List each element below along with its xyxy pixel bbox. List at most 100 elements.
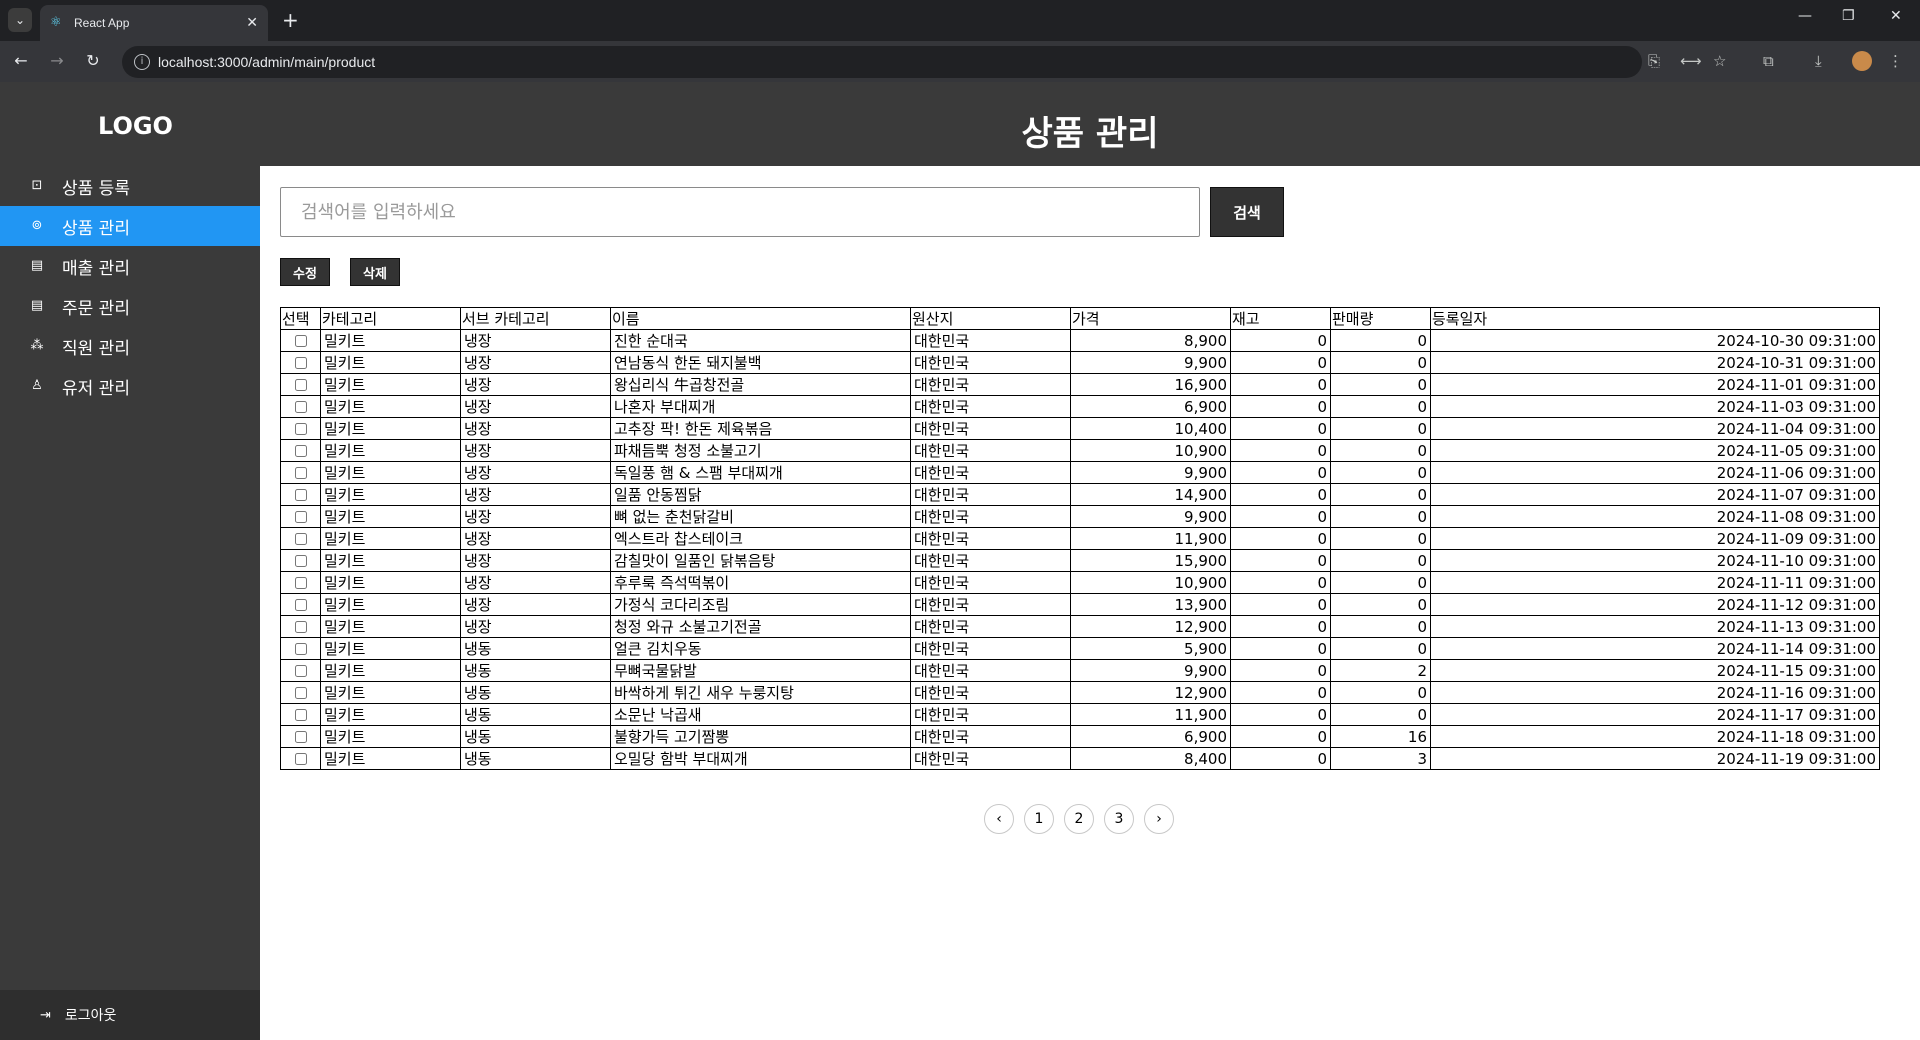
- table-row: 밀키트 냉장 파채듬뿍 청정 소불고기 대한민국 10,900 0 0 2024-11-05 …: [280, 439, 1880, 462]
- prev-page-button[interactable]: ‹: [984, 804, 1014, 834]
- browser-tab-bar: ⌄ ⚛ React App ✕ + — ❐ ✕: [0, 0, 1920, 41]
- table-row: 밀키트 냉장 엑스트라 찹스테이크 대한민국 11,900 0 0 2024-11-09 09…: [280, 527, 1880, 550]
- sidebar-item-product-manage[interactable]: ⊚ 상품 관리: [0, 206, 260, 246]
- minimize-icon[interactable]: —: [1798, 8, 1812, 24]
- new-tab-button[interactable]: +: [282, 8, 299, 32]
- tab-search-button[interactable]: ⌄: [8, 8, 32, 32]
- cell-stock: 0: [1230, 505, 1331, 528]
- next-page-button[interactable]: ›: [1144, 804, 1174, 834]
- cell-origin: 대한민국: [910, 351, 1071, 374]
- edit-button[interactable]: 수정: [280, 258, 330, 286]
- cell-date: 2024-11-18 09:31:00: [1430, 725, 1880, 748]
- address-bar[interactable]: i localhost:3000/admin/main/product: [122, 46, 1642, 78]
- row-checkbox[interactable]: [294, 599, 307, 611]
- profile-avatar[interactable]: [1852, 51, 1872, 71]
- cell-name: 얼큰 김치우동: [610, 637, 911, 660]
- row-checkbox[interactable]: [294, 665, 307, 677]
- cell-category: 밀키트: [320, 725, 461, 748]
- cell-date: 2024-11-16 09:31:00: [1430, 681, 1880, 704]
- cell-stock: 0: [1230, 417, 1331, 440]
- cell-stock: 0: [1230, 351, 1331, 374]
- cell-price: 9,900: [1070, 461, 1231, 484]
- logout-icon: ⇥: [40, 1007, 51, 1023]
- row-checkbox[interactable]: [294, 731, 307, 743]
- row-checkbox[interactable]: [294, 467, 307, 479]
- cell-stock: 0: [1230, 549, 1331, 572]
- delete-button[interactable]: 삭제: [350, 258, 400, 286]
- cell-price: 5,900: [1070, 637, 1231, 660]
- close-tab-icon[interactable]: ✕: [246, 15, 258, 31]
- cell-date: 2024-11-07 09:31:00: [1430, 483, 1880, 506]
- table-row: 밀키트 냉장 감칠맛이 일품인 닭볶음탕 대한민국 15,900 0 0 2024-11-10…: [280, 549, 1880, 572]
- row-checkbox[interactable]: [294, 555, 307, 567]
- cell-category: 밀키트: [320, 505, 461, 528]
- sidebar-item-order-manage[interactable]: ▤ 주문 관리: [0, 286, 260, 326]
- cell-stock: 0: [1230, 637, 1331, 660]
- close-window-icon[interactable]: ✕: [1890, 8, 1902, 24]
- cell-date: 2024-11-10 09:31:00: [1430, 549, 1880, 572]
- cell-select: [280, 505, 321, 528]
- sidebar-item-product-register[interactable]: ⊡ 상품 등록: [0, 166, 260, 206]
- table-row: 밀키트 냉동 오밀당 함박 부대찌개 대한민국 8,400 0 3 2024-11-19 09…: [280, 747, 1880, 770]
- cell-select: [280, 571, 321, 594]
- url-text: localhost:3000/admin/main/product: [158, 54, 376, 70]
- cell-subcategory: 냉동: [460, 681, 611, 704]
- page-button-1[interactable]: 1: [1024, 804, 1054, 834]
- row-checkbox[interactable]: [294, 577, 307, 589]
- cell-sold: 0: [1330, 549, 1431, 572]
- cell-stock: 0: [1230, 395, 1331, 418]
- forward-icon[interactable]: →: [46, 51, 68, 70]
- logo[interactable]: LOGO: [98, 112, 173, 140]
- sidebar-item-sales-manage[interactable]: ▤ 매출 관리: [0, 246, 260, 286]
- table-row: 밀키트 냉장 뼈 없는 춘천닭갈비 대한민국 9,900 0 0 2024-11-08 09:…: [280, 505, 1880, 528]
- cell-origin: 대한민국: [910, 703, 1071, 726]
- row-checkbox[interactable]: [294, 401, 307, 413]
- cell-select: [280, 681, 321, 704]
- row-checkbox[interactable]: [294, 511, 307, 523]
- row-checkbox[interactable]: [294, 335, 307, 347]
- back-icon[interactable]: ←: [10, 51, 32, 70]
- install-app-icon[interactable]: ⎘: [1648, 52, 1660, 70]
- row-checkbox[interactable]: [294, 445, 307, 457]
- cell-price: 11,900: [1070, 527, 1231, 550]
- cell-subcategory: 냉장: [460, 483, 611, 506]
- cell-sold: 0: [1330, 373, 1431, 396]
- logout-button[interactable]: ⇥ 로그아웃: [0, 990, 260, 1040]
- search-input[interactable]: [280, 187, 1200, 237]
- page-button-3[interactable]: 3: [1104, 804, 1134, 834]
- page-button-2[interactable]: 2: [1064, 804, 1094, 834]
- row-checkbox[interactable]: [294, 423, 307, 435]
- sidebar-item-label: 유저 관리: [62, 378, 130, 399]
- reload-icon[interactable]: ↻: [82, 51, 104, 70]
- row-checkbox[interactable]: [294, 643, 307, 655]
- browser-tab[interactable]: ⚛ React App ✕: [40, 5, 268, 41]
- building-icon: ▤: [30, 258, 44, 273]
- row-checkbox[interactable]: [294, 687, 307, 699]
- cell-category: 밀키트: [320, 395, 461, 418]
- cell-date: 2024-11-01 09:31:00: [1430, 373, 1880, 396]
- cell-price: 6,900: [1070, 395, 1231, 418]
- download-icon[interactable]: ⤓: [1815, 52, 1822, 70]
- cell-subcategory: 냉장: [460, 329, 611, 352]
- menu-icon[interactable]: ⋮: [1888, 52, 1903, 70]
- cell-price: 16,900: [1070, 373, 1231, 396]
- cell-category: 밀키트: [320, 439, 461, 462]
- row-checkbox[interactable]: [294, 357, 307, 369]
- cell-origin: 대한민국: [910, 637, 1071, 660]
- row-checkbox[interactable]: [294, 753, 307, 765]
- extensions-icon[interactable]: ⧉: [1763, 52, 1774, 70]
- translate-icon[interactable]: ⟷: [1680, 52, 1702, 70]
- sidebar-item-staff-manage[interactable]: ⁂ 직원 관리: [0, 326, 260, 366]
- row-checkbox[interactable]: [294, 709, 307, 721]
- row-checkbox[interactable]: [294, 489, 307, 501]
- restore-icon[interactable]: ❐: [1842, 8, 1855, 24]
- sidebar-item-user-manage[interactable]: ♙ 유저 관리: [0, 366, 260, 406]
- cell-category: 밀키트: [320, 703, 461, 726]
- row-checkbox[interactable]: [294, 621, 307, 633]
- site-info-icon[interactable]: i: [134, 54, 150, 70]
- row-checkbox[interactable]: [294, 379, 307, 391]
- cell-origin: 대한민국: [910, 615, 1071, 638]
- bookmark-star-icon[interactable]: ☆: [1713, 52, 1726, 70]
- search-button[interactable]: 검색: [1210, 187, 1284, 237]
- row-checkbox[interactable]: [294, 533, 307, 545]
